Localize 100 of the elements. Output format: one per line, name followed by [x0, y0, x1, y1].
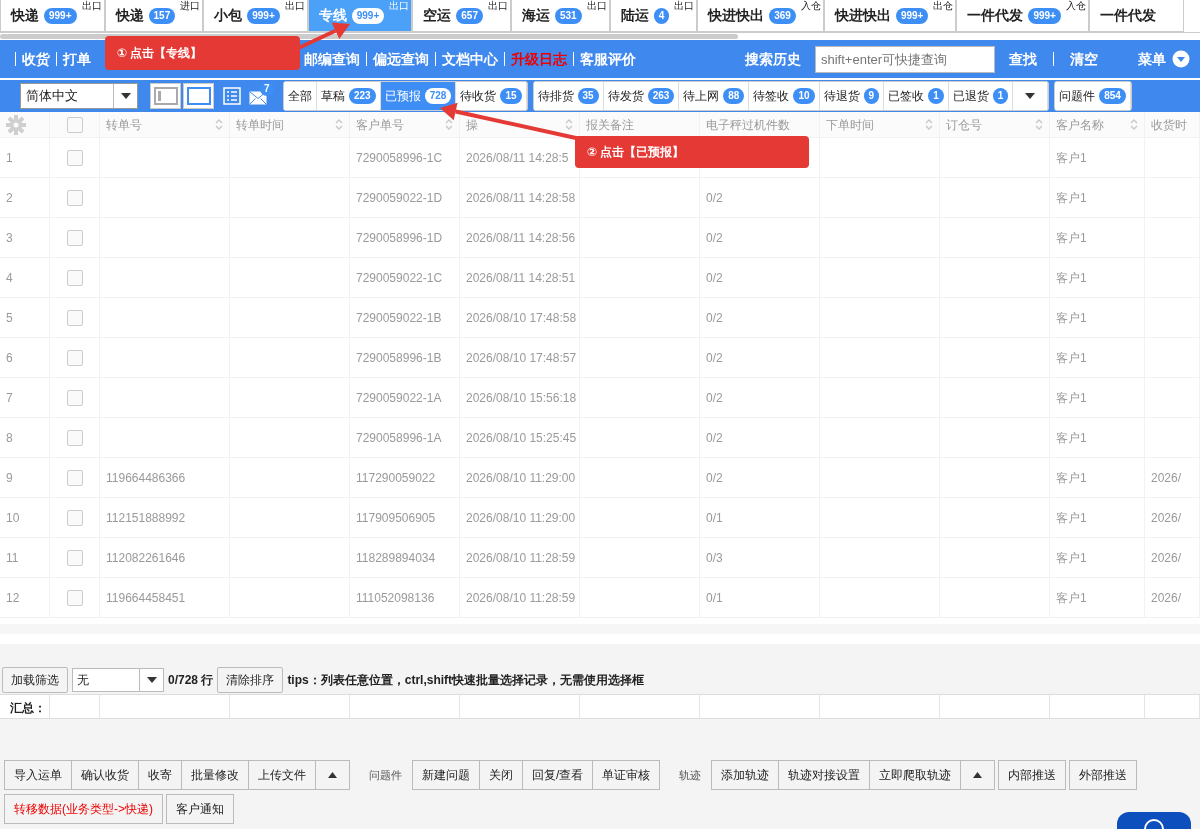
load-filter-button[interactable]: 加载筛选: [2, 667, 68, 693]
nav-link[interactable]: 文档中心: [435, 52, 504, 66]
table-cell-text: 0/2: [706, 429, 723, 447]
nav-link[interactable]: 偏远查询: [366, 52, 435, 66]
row-number: 1: [6, 149, 13, 167]
action-button[interactable]: 转移数据(业务类型->快递): [4, 794, 163, 824]
row-checkbox[interactable]: [66, 309, 83, 326]
table-cell-text: 2026/08/11 14:28:5: [466, 149, 569, 167]
table-cell-text: 客户1: [1056, 189, 1087, 207]
settings-icon[interactable]: [6, 114, 26, 135]
action-button[interactable]: 上传文件: [248, 760, 316, 790]
table-cell-text: 0/2: [706, 389, 723, 407]
nav-link[interactable]: 收货: [15, 52, 56, 66]
action-button[interactable]: 确认收货: [71, 760, 139, 790]
layout-toggle[interactable]: [150, 83, 181, 109]
table-cell-text: 2026/08/10 17:48:57: [466, 349, 577, 367]
count-badge: 999+: [895, 7, 929, 24]
table-cell-text: 0/3: [706, 549, 723, 567]
sort-icon: [925, 119, 933, 130]
action-button[interactable]: 关闭: [479, 760, 523, 790]
caret-icon: [120, 93, 131, 99]
action-button[interactable]: 回复/查看: [522, 760, 594, 790]
count-badge: 369: [769, 7, 796, 24]
row-checkbox[interactable]: [66, 269, 83, 286]
row-checkbox[interactable]: [66, 349, 83, 366]
module-tab[interactable]: 一件代发: [1088, 0, 1184, 32]
search-history-link[interactable]: 搜索历史: [745, 48, 801, 70]
action-button[interactable]: 添加轨迹: [711, 760, 780, 790]
module-tab[interactable]: 快进快出 999+ 出仓: [823, 0, 957, 32]
select-all-checkbox[interactable]: [66, 116, 83, 133]
module-tab[interactable]: 小包 999+ 出口: [203, 0, 308, 32]
layout-toggle[interactable]: [183, 83, 214, 109]
row-number: 7: [6, 389, 13, 407]
clear-sort-button[interactable]: 清除排序: [217, 667, 284, 693]
row-checkbox[interactable]: [66, 509, 83, 526]
tab-tag: 出口: [284, 0, 305, 12]
module-tab[interactable]: 海运 531 出口: [510, 0, 610, 32]
table-cell-text: 2026/08/11 14:28:56: [466, 229, 576, 247]
section-caption: 轨迹: [679, 767, 702, 783]
menu-link[interactable]: 菜单: [1138, 48, 1166, 70]
more-actions-button[interactable]: [960, 760, 996, 790]
table-cell-text: 0/2: [706, 269, 723, 287]
action-button[interactable]: 收寄: [138, 760, 182, 790]
action-button[interactable]: 外部推送: [1069, 760, 1138, 790]
action-button[interactable]: 新建问题: [412, 760, 480, 790]
action-button[interactable]: 客户通知: [166, 794, 234, 824]
language-select[interactable]: 简体中文: [20, 83, 138, 109]
tab-tag: 出仓: [933, 0, 954, 12]
nav-link[interactable]: 客服评价: [573, 52, 642, 66]
table-cell-text: 7290058996-1C: [356, 149, 443, 167]
module-tab[interactable]: 快递 157 进口: [104, 0, 204, 32]
find-link[interactable]: 查找: [1009, 48, 1037, 70]
nav-link[interactable]: 打单: [56, 52, 97, 66]
module-tab[interactable]: 空运 657 出口: [412, 0, 511, 32]
action-button[interactable]: 立即爬取轨迹: [869, 760, 962, 790]
action-button[interactable]: 批量修改: [181, 760, 249, 790]
action-button[interactable]: 内部推送: [998, 760, 1067, 790]
clear-link[interactable]: 清空: [1070, 48, 1098, 70]
status-filter-tab[interactable]: 全部: [284, 82, 317, 110]
table-cell-text: 7290058996-1B: [356, 349, 442, 367]
more-actions-button[interactable]: [315, 760, 350, 790]
table-cell-text: 2026/: [1151, 549, 1182, 567]
tab-tag: 入仓: [800, 0, 821, 12]
status-filter-tab[interactable]: 待排货 35: [533, 82, 604, 110]
row-checkbox[interactable]: [66, 469, 83, 486]
module-tab[interactable]: 陆运 4 出口: [609, 0, 698, 32]
row-checkbox[interactable]: [66, 189, 83, 206]
table-cell-text: 2026/08/10 11:29:00: [466, 469, 576, 487]
callout-label: ① 点击【专线】: [105, 36, 300, 70]
row-checkbox[interactable]: [66, 389, 83, 406]
module-tab[interactable]: 快进快出 369 入仓: [697, 0, 824, 32]
row-checkbox[interactable]: [66, 149, 83, 166]
section-caption: 问题件: [369, 767, 402, 783]
table-cell-text: 客户1: [1056, 229, 1087, 247]
row-number: 3: [6, 229, 13, 247]
module-tab[interactable]: 一件代发 999+ 入仓: [956, 0, 1089, 32]
sort-icon: [335, 119, 343, 130]
tab-tag: 出口: [487, 0, 508, 12]
search-field[interactable]: shift+enter可快捷查询: [815, 45, 995, 73]
table-cell-text: 2026/08/10 15:56:18: [466, 389, 577, 407]
callout-label: ② 点击【已预报】: [575, 136, 809, 168]
row-checkbox[interactable]: [66, 589, 83, 606]
status-filter-tab[interactable]: 问题件 854: [1055, 82, 1131, 110]
row-checkbox[interactable]: [66, 429, 83, 446]
table-cell-text: 7290058996-1D: [356, 229, 443, 247]
count-badge: 999+: [247, 7, 280, 24]
preset-select[interactable]: 无: [72, 668, 164, 692]
table-cell-text: 2026/08/10 17:48:58: [466, 309, 577, 327]
action-button[interactable]: 单证审核: [592, 760, 661, 790]
row-checkbox[interactable]: [66, 229, 83, 246]
table-cell-text: 2026/: [1151, 589, 1182, 607]
table-cell-text: 0/2: [706, 229, 723, 247]
table-cell-text: 118289894034: [356, 549, 436, 567]
action-button[interactable]: 导入运单: [4, 760, 72, 790]
row-checkbox[interactable]: [66, 549, 83, 566]
table-cell-text: 客户1: [1056, 349, 1087, 367]
table-cell-text: 2026/08/10 11:28:59: [466, 549, 576, 567]
tips-text: tips：列表任意位置，ctrl,shift快速批量选择记录，无需使用选择框: [287, 672, 645, 689]
module-tab[interactable]: 快递 999+ 出口: [0, 0, 105, 32]
action-button[interactable]: 轨迹对接设置: [778, 760, 871, 790]
